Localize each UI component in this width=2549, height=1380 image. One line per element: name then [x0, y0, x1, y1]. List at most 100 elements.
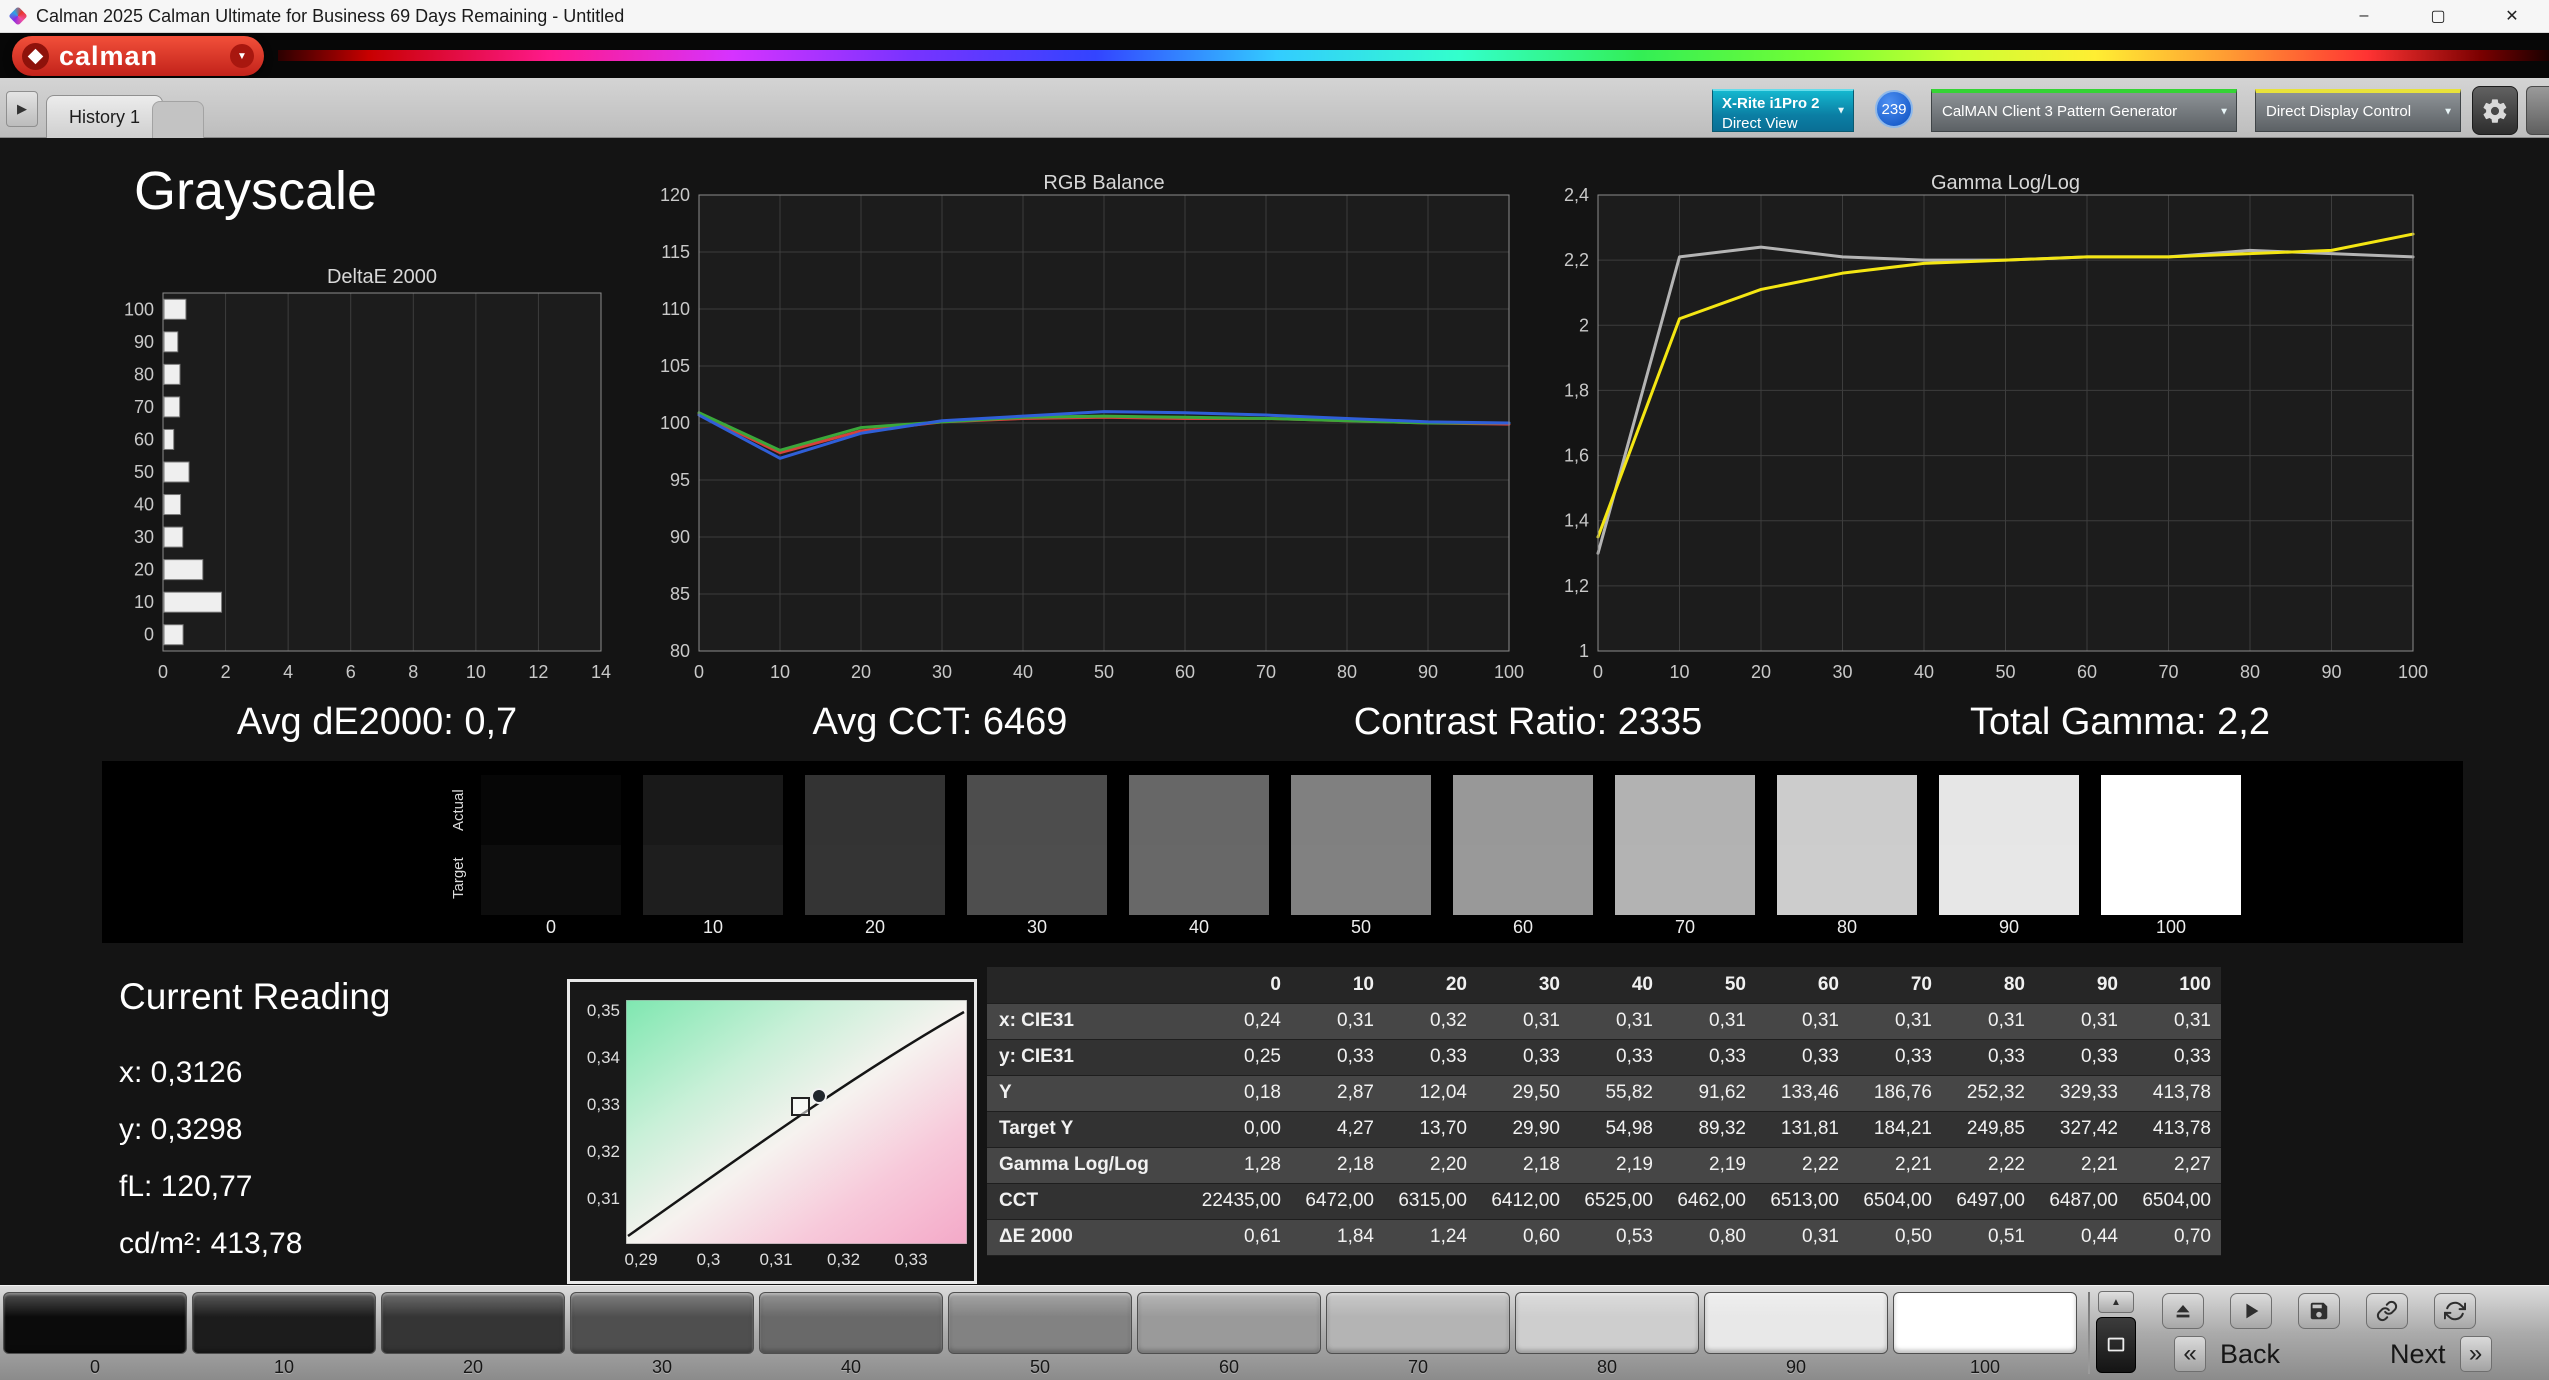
table-cell: 0,33	[1291, 1039, 1384, 1076]
table-cell: 0,51	[1942, 1219, 2035, 1256]
deltae-bar	[163, 624, 184, 646]
table-cell: 6315,00	[1384, 1183, 1477, 1220]
deltae-bar	[163, 494, 182, 516]
table-cell: 1,28	[1198, 1147, 1291, 1184]
save-button[interactable]	[2298, 1293, 2340, 1329]
close-button[interactable]: ✕	[2475, 0, 2549, 32]
grayscale-swatch-0	[481, 775, 621, 915]
gray-level-label: 40	[840, 1357, 862, 1377]
cie-ytick: 0,31	[586, 1189, 620, 1208]
swatch-label: 50	[1350, 917, 1372, 937]
gray-level-button-20[interactable]	[381, 1292, 565, 1354]
eject-button[interactable]	[2162, 1293, 2204, 1329]
table-row: Target Y 0,00 4,27 13,70 29,90 54,98 89,32 131,…	[987, 1111, 2221, 1148]
table-cell: 2,22	[1942, 1147, 2035, 1184]
eject-icon	[2176, 1305, 2190, 1318]
settings-gear-button[interactable]	[2472, 86, 2518, 135]
table-cell: 0,33	[2128, 1039, 2221, 1076]
table-cell: 29,90	[1477, 1111, 1570, 1148]
calman-menu-button[interactable]: calman ▼	[12, 36, 264, 76]
svg-text:10: 10	[466, 662, 486, 682]
deltae-bar	[163, 298, 187, 320]
gray-level-button-60[interactable]	[1137, 1292, 1321, 1354]
gray-level-button-0[interactable]	[3, 1292, 187, 1354]
table-cell: 0,31	[1477, 1003, 1570, 1040]
pattern-generator-label: CalMAN Client 3 Pattern Generator	[1942, 103, 2178, 120]
svg-text:100: 100	[1494, 662, 1524, 682]
app-icon	[8, 6, 28, 26]
table-cell: 184,21	[1849, 1111, 1942, 1148]
brand-bar: calman ▼	[0, 33, 2549, 78]
swatch-label: 80	[1836, 917, 1858, 937]
cie-xtick: 0,31	[759, 1250, 793, 1269]
table-cell: 0,31	[1756, 1003, 1849, 1040]
minimize-button[interactable]: –	[2327, 0, 2401, 32]
gray-level-label: 70	[1407, 1357, 1429, 1377]
meter-name: X-Rite i1Pro 2	[1722, 95, 1820, 112]
refresh-button[interactable]	[2434, 1293, 2476, 1329]
gray-level-button-10[interactable]	[192, 1292, 376, 1354]
back-button[interactable]: « Back	[2174, 1334, 2280, 1374]
play-button[interactable]	[2230, 1293, 2272, 1329]
row-label: x: CIE31	[987, 1003, 1198, 1040]
expand-up-button[interactable]: ▲	[2098, 1291, 2134, 1313]
table-cell: 0,24	[1198, 1003, 1291, 1040]
maximize-button[interactable]: ▢	[2401, 0, 2475, 32]
table-cell: 6472,00	[1291, 1183, 1384, 1220]
gray-level-label: 0	[89, 1357, 100, 1377]
cie-xtick: 0,33	[894, 1250, 928, 1269]
gray-level-label: 80	[1596, 1357, 1618, 1377]
reading-y: y: 0,3298	[119, 1113, 243, 1146]
page-title: Grayscale	[134, 161, 378, 221]
gray-level-button-50[interactable]	[948, 1292, 1132, 1354]
cie-ytick: 0,35	[586, 1001, 620, 1020]
table-cell: 0,31	[1570, 1003, 1663, 1040]
display-control-dropdown[interactable]: Direct Display Control ▼	[2255, 89, 2461, 132]
table-cell: 0,31	[1849, 1003, 1942, 1040]
svg-text:50: 50	[1094, 662, 1114, 682]
svg-text:10: 10	[134, 592, 154, 612]
gray-level-button-80[interactable]	[1515, 1292, 1699, 1354]
stat-avg-cct: Avg CCT: 6469	[812, 701, 1068, 743]
history-panel-toggle-button[interactable]: ▶	[6, 91, 38, 127]
gray-level-button-100[interactable]	[1893, 1292, 2077, 1354]
svg-text:30: 30	[1832, 662, 1852, 682]
gray-level-button-30[interactable]	[570, 1292, 754, 1354]
toolbar: ▶ History 1 X-Rite i1Pro 2 Direct View ▼…	[0, 78, 2549, 138]
table-cell: 6513,00	[1756, 1183, 1849, 1220]
table-cell: 186,76	[1849, 1075, 1942, 1112]
svg-text:20: 20	[134, 560, 154, 580]
pattern-window-button[interactable]	[2096, 1317, 2136, 1373]
stat-total-gamma: Total Gamma: 2,2	[1970, 701, 2270, 743]
gray-level-button-40[interactable]	[759, 1292, 943, 1354]
table-col-header: 100	[2128, 967, 2221, 1004]
svg-text:60: 60	[1175, 662, 1195, 682]
tab-new[interactable]	[152, 101, 204, 138]
swatch-label: 20	[864, 917, 886, 937]
link-button[interactable]	[2366, 1293, 2408, 1329]
meter-dropdown[interactable]: X-Rite i1Pro 2 Direct View ▼	[1712, 89, 1854, 132]
reading-cdm2: cd/m²: 413,78	[119, 1227, 303, 1260]
grayscale-swatch-20	[805, 775, 945, 915]
cie-ytick: 0,33	[586, 1095, 620, 1114]
gray-level-button-90[interactable]	[1704, 1292, 1888, 1354]
deltae-bar	[163, 461, 190, 483]
table-cell: 413,78	[2128, 1111, 2221, 1148]
table-col-header: 80	[1942, 967, 2035, 1004]
table-cell: 2,21	[2035, 1147, 2128, 1184]
grayscale-swatch-60	[1453, 775, 1593, 915]
svg-text:2: 2	[221, 662, 231, 682]
next-button[interactable]: Next »	[2390, 1334, 2492, 1374]
calman-diamond-icon	[22, 42, 49, 70]
tab-history-1[interactable]: History 1	[46, 95, 164, 138]
table-cell: 0,33	[2035, 1039, 2128, 1076]
toolbar-overflow-button[interactable]	[2526, 86, 2549, 135]
swatch-label: 70	[1674, 917, 1696, 937]
table-cell: 29,50	[1477, 1075, 1570, 1112]
svg-text:6: 6	[346, 662, 356, 682]
meter-profile-badge[interactable]: 239	[1875, 90, 1913, 128]
pattern-generator-dropdown[interactable]: CalMAN Client 3 Pattern Generator ▼	[1931, 89, 2237, 132]
svg-text:40: 40	[1013, 662, 1033, 682]
svg-text:110: 110	[661, 299, 690, 319]
gray-level-button-70[interactable]	[1326, 1292, 1510, 1354]
